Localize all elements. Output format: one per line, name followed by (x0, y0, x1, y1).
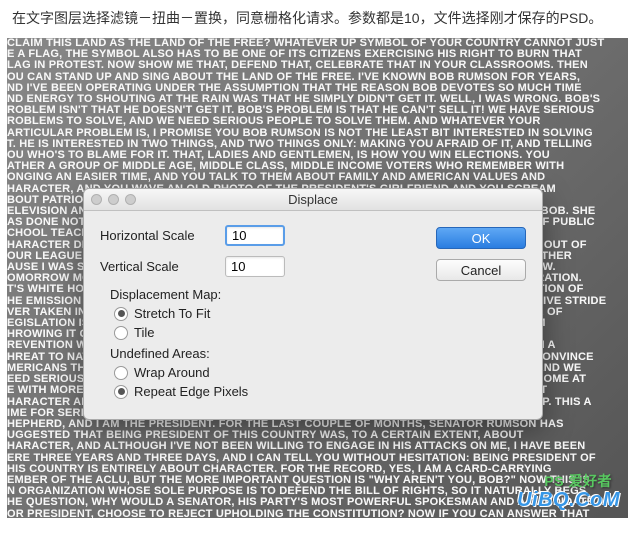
bg-text-line: ND I'VE BEEN OPERATING UNDER THE ASSUMPT… (7, 83, 628, 94)
bg-text-line: OU CAN STAND UP AND SING ABOUT THE LAND … (7, 72, 628, 83)
displacement-map-group: Stretch To Fit Tile (114, 306, 418, 340)
stretch-to-fit-label: Stretch To Fit (134, 306, 210, 321)
bg-text-line: CLAIM THIS LAND AS THE LAND OF THE FREE?… (7, 38, 628, 49)
vertical-scale-label: Vertical Scale (100, 259, 215, 274)
undefined-areas-group: Wrap Around Repeat Edge Pixels (114, 365, 418, 399)
watermark-url: UiBQ.CoM (517, 489, 620, 511)
dialog-title: Displace (288, 192, 338, 207)
close-icon[interactable] (91, 194, 102, 205)
stretch-to-fit-radio[interactable]: Stretch To Fit (114, 306, 418, 321)
bg-text-line: ROBLEMS TO SOLVE, AND WE NEED SERIOUS PE… (7, 116, 628, 127)
bg-text-line: E A FLAG, THE SYMBOL ALSO HAS TO BE ONE … (7, 49, 628, 60)
radio-icon (114, 366, 128, 380)
bg-text-line: T. HE IS INTERESTED IN TWO THINGS, AND T… (7, 139, 628, 150)
horizontal-scale-row: Horizontal Scale (100, 225, 418, 246)
tile-radio[interactable]: Tile (114, 325, 418, 340)
dialog-titlebar: Displace (84, 189, 542, 211)
bg-text-line: ARTICULAR PROBLEM IS, I PROMISE YOU BOB … (7, 128, 628, 139)
repeat-edge-radio[interactable]: Repeat Edge Pixels (114, 384, 418, 399)
wrap-around-radio[interactable]: Wrap Around (114, 365, 418, 380)
displace-dialog: Displace Horizontal Scale Vertical Scale… (83, 188, 543, 420)
bg-text-line: ATHER A GROUP OF MIDDLE AGE, MIDDLE CLAS… (7, 161, 628, 172)
horizontal-scale-input[interactable] (225, 225, 285, 246)
bg-text-line: ND ENERGY TO SHOUTING AT THE RAIN WAS TH… (7, 94, 628, 105)
displacement-map-label: Displacement Map: (110, 287, 418, 302)
horizontal-scale-label: Horizontal Scale (100, 228, 215, 243)
bg-text-line: EMBER OF THE ACLU, BUT THE MORE IMPORTAN… (7, 475, 628, 486)
bg-text-line: HARACTER, AND ALTHOUGH I'VE NOT BEEN WIL… (7, 441, 628, 452)
bg-text-line: HEPHERD, AND I AM THE PRESIDENT. FOR THE… (7, 419, 628, 430)
watermark: PS 爱好者 UiBQ.CoM (517, 489, 620, 512)
bg-text-line: UGGESTED THAT BEING PRESIDENT OF THIS CO… (7, 430, 628, 441)
instruction-text: 在文字图层选择滤镜－扭曲－置换，同意栅格化请求。参数都是10，文件选择刚才保存的… (0, 0, 635, 36)
undefined-areas-label: Undefined Areas: (110, 346, 418, 361)
ok-button[interactable]: OK (436, 227, 526, 249)
wrap-around-label: Wrap Around (134, 365, 210, 380)
vertical-scale-row: Vertical Scale (100, 256, 418, 277)
radio-icon (114, 307, 128, 321)
vertical-scale-input[interactable] (225, 256, 285, 277)
radio-icon (114, 385, 128, 399)
cancel-button[interactable]: Cancel (436, 259, 526, 281)
watermark-ps: PS 爱好者 (544, 471, 612, 491)
window-traffic-lights (91, 194, 136, 205)
bg-text-line: ONGING AN EASIER TIME, AND YOU TALK TO T… (7, 172, 628, 183)
bg-text-line: HIS COUNTRY IS ENTIRELY ABOUT CHARACTER.… (7, 464, 628, 475)
repeat-edge-label: Repeat Edge Pixels (134, 384, 248, 399)
tile-label: Tile (134, 325, 154, 340)
minimize-icon[interactable] (108, 194, 119, 205)
dialog-body: Horizontal Scale Vertical Scale Displace… (84, 211, 542, 419)
dialog-right-panel: OK Cancel (436, 225, 526, 403)
bg-text-line: ROBLEM ISN'T THAT HE DOESN'T GET IT. BOB… (7, 105, 628, 116)
radio-icon (114, 326, 128, 340)
bg-text-line: OU WHO'S TO BLAME FOR IT. THAT, LADIES A… (7, 150, 628, 161)
image-preview-area: CLAIM THIS LAND AS THE LAND OF THE FREE?… (7, 38, 628, 518)
bg-text-line: ERE THREE YEARS AND THREE DAYS, AND I CA… (7, 453, 628, 464)
bg-text-line: LAG IN PROTEST. NOW SHOW ME THAT, DEFEND… (7, 60, 628, 71)
zoom-icon[interactable] (125, 194, 136, 205)
dialog-left-panel: Horizontal Scale Vertical Scale Displace… (100, 225, 418, 403)
